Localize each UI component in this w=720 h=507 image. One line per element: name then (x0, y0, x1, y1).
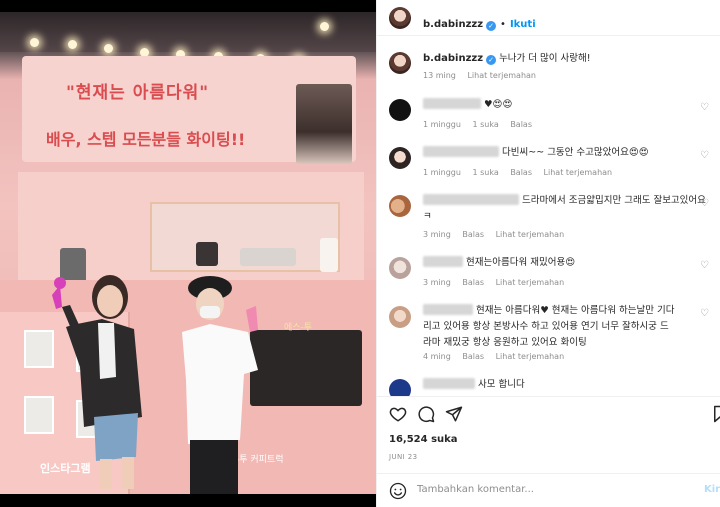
comment-body-cont: 리고 있어용 항상 본방사수 하고 있어용 연기 너무 잘하시궁 드 (423, 321, 669, 332)
commenter-avatar[interactable] (389, 306, 411, 328)
like-comment-icon[interactable]: ♡ (700, 102, 709, 113)
banner-title: "현재는 아름다워" (66, 83, 210, 103)
comment-text: ♥😍😍 (423, 97, 512, 113)
post-photo[interactable]: "현재는 아름다워" 배우, 스텝 모든분들 화이팅!! 에스-투 인스타그램 … (0, 0, 376, 507)
caption-time: 13 ming (423, 71, 456, 80)
post-actions: 16,524 suka JUNI 23 Tambahkan komentar..… (377, 396, 720, 506)
like-comment-icon[interactable]: ♡ (700, 150, 709, 161)
espresso-machine (240, 248, 296, 266)
coffee-truck-scene: "현재는 아름다워" 배우, 스텝 모든분들 화이팅!! 에스-투 인스타그램 … (0, 12, 376, 494)
comment-time: 1 minggu (423, 168, 461, 177)
comment-input[interactable]: Tambahkan komentar... (417, 484, 534, 495)
light-bulb (30, 38, 39, 47)
separator-dot: • (500, 19, 506, 30)
reply-button[interactable]: Balas (462, 278, 484, 287)
person-man (182, 276, 258, 494)
translate-link[interactable]: Lihat terjemahan (496, 230, 565, 239)
like-comment-icon[interactable]: ♡ (700, 260, 709, 271)
add-comment-bar: Tambahkan komentar... Kirim (377, 473, 720, 507)
blurred-username (423, 98, 481, 109)
comment-meta: 1 minggu 1 suka Balas (423, 120, 541, 129)
comment-text: 현재는아름다워 재밌어용😍 (423, 255, 575, 271)
owner-avatar[interactable] (389, 7, 411, 29)
comment-text: 다빈씨~~ 그동안 수고많았어요😍😍 (423, 145, 649, 161)
comment-body: 사모 합니다 (478, 379, 525, 390)
commenter-avatar[interactable] (389, 147, 411, 169)
comment-body: 현재는 아름다워♥ 현재는 아름다워 하는날만 기다 (476, 305, 675, 316)
photo-frame (24, 396, 54, 434)
truck-roof (0, 12, 376, 52)
comment-body: 현재는아름다워 재밌어용😍 (466, 257, 576, 268)
grinder (196, 242, 218, 266)
follow-button[interactable]: Ikuti (510, 19, 536, 30)
comment-emoji: ♥😍😍 (484, 99, 513, 110)
post-comment-button[interactable]: Kirim (704, 484, 720, 495)
comment-text: 드라마에서 조금얇밉지만 그래도 잘보고있어요 ㅋ (423, 193, 706, 225)
banner-subtitle: 배우, 스텝 모든분들 화이팅!! (46, 130, 246, 149)
translate-link[interactable]: Lihat terjemahan (496, 352, 565, 361)
comment-meta: 1 minggu 1 suka Balas Lihat terjemahan (423, 168, 621, 177)
share-icon[interactable] (445, 405, 463, 423)
comment-meta: 3 ming Balas Lihat terjemahan (423, 230, 573, 239)
comment-time: 3 ming (423, 278, 451, 287)
translate-link[interactable]: Lihat terjemahan (544, 168, 613, 177)
comment-icon[interactable] (417, 405, 435, 423)
header-user-row: b.dabinzzz ✓ • Ikuti (423, 12, 536, 31)
header-username[interactable]: b.dabinzzz (423, 19, 483, 30)
post-header: b.dabinzzz ✓ • Ikuti (377, 0, 720, 36)
comment-text: 현재는 아름다워♥ 현재는 아름다워 하는날만 기다 리고 있어용 항상 본방사… (423, 303, 674, 351)
banner-portrait (296, 84, 352, 164)
comment-likes[interactable]: 1 suka (473, 168, 499, 177)
commenter-avatar[interactable] (389, 99, 411, 121)
caption-meta: 13 ming Lihat terjemahan (423, 71, 545, 80)
comment-body-cont: ㅋ (423, 211, 432, 222)
comment-body: 드라마에서 조금얇밉지만 그래도 잘보고있어요 (522, 195, 706, 206)
light-bulb (68, 40, 77, 49)
comment-time: 3 ming (423, 230, 451, 239)
caption-body: 누나가 더 많이 사랑해! (499, 53, 591, 64)
reply-button[interactable]: Balas (462, 352, 484, 361)
comment-meta: 3 ming Balas Lihat terjemahan (423, 278, 573, 287)
post-date: JUNI 23 (389, 453, 418, 461)
caption-username[interactable]: b.dabinzzz (423, 53, 483, 64)
verified-icon: ✓ (486, 55, 497, 65)
comment-time: 4 ming (423, 352, 451, 361)
reply-button[interactable]: Balas (462, 230, 484, 239)
reply-button[interactable]: Balas (510, 168, 532, 177)
commenter-avatar[interactable] (389, 195, 411, 217)
light-bulb (104, 44, 113, 53)
kettle (320, 238, 338, 272)
blurred-username (423, 378, 475, 389)
caption-avatar[interactable] (389, 52, 411, 74)
translate-link[interactable]: Lihat terjemahan (496, 278, 565, 287)
comment-likes[interactable]: 1 suka (473, 120, 499, 129)
commenter-avatar[interactable] (389, 257, 411, 279)
caption-text: b.dabinzzz ✓ 누나가 더 많이 사랑해! (423, 51, 591, 67)
verified-icon: ✓ (486, 21, 497, 31)
bookmark-icon[interactable] (711, 405, 720, 423)
light-bulb (320, 22, 329, 31)
comment-text: 사모 합니다 (423, 377, 525, 393)
truck-sign-middle: 에스-투 (284, 323, 313, 333)
photo-frame (24, 330, 54, 368)
reply-button[interactable]: Balas (510, 120, 532, 129)
like-count[interactable]: 16,524 suka (389, 434, 458, 445)
comment-body-cont: 라마 재밌궁 항상 응원하고 있어요 화이팅 (423, 337, 587, 348)
emoji-icon[interactable] (389, 482, 407, 500)
heart-icon[interactable] (389, 405, 407, 423)
comment-body: 다빈씨~~ 그동안 수고많았어요😍😍 (502, 147, 649, 158)
like-comment-icon[interactable]: ♡ (700, 198, 709, 209)
like-comment-icon[interactable]: ♡ (700, 308, 709, 319)
blurred-username (423, 194, 519, 205)
caption-translate-link[interactable]: Lihat terjemahan (467, 71, 536, 80)
blurred-username (423, 256, 463, 267)
comment-time: 1 minggu (423, 120, 461, 129)
blurred-username (423, 304, 473, 315)
comment-meta: 4 ming Balas Lihat terjemahan (423, 352, 573, 361)
post-detail-panel: b.dabinzzz ✓ • Ikuti b.dabinzzz ✓ 누나가 더 많이 사… (376, 0, 720, 507)
blurred-username (423, 146, 499, 157)
